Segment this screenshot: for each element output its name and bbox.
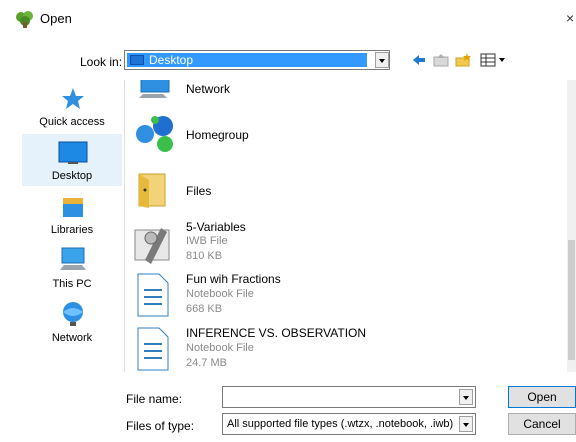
chevron-down-icon[interactable] [375, 52, 389, 68]
cancel-button[interactable]: Cancel [508, 413, 576, 435]
place-label: Network [51, 332, 93, 344]
place-libraries[interactable]: Libraries [22, 188, 122, 240]
place-desktop[interactable]: Desktop [22, 134, 122, 186]
list-item[interactable]: Fun wih Fractions Notebook File 668 KB [125, 270, 565, 322]
file-name: Network [186, 82, 231, 96]
filename-input[interactable] [222, 386, 476, 408]
back-arrow-icon[interactable] [410, 52, 428, 68]
list-item[interactable]: 5-Variables IWB File 810 KB [125, 216, 565, 268]
lookin-label: Look in: [80, 55, 123, 69]
scroll-thumb[interactable] [568, 240, 575, 360]
places-bar: Quick access Desktop Libraries This PC N… [22, 80, 122, 370]
place-this-pc[interactable]: This PC [22, 242, 122, 294]
place-label: Quick access [39, 116, 105, 128]
file-type: Notebook File [186, 288, 254, 300]
view-menu-icon[interactable] [480, 52, 508, 68]
document-icon [137, 327, 169, 371]
computer-icon [60, 247, 86, 270]
file-size: 810 KB [186, 250, 223, 262]
filetype-select[interactable]: All supported file types (.wtzx, .notebo… [222, 413, 476, 435]
lookin-dropdown[interactable]: Desktop [124, 50, 390, 70]
file-type: Notebook File [186, 342, 254, 354]
filetype-value: All supported file types (.wtzx, .notebo… [227, 418, 454, 430]
app-icon [16, 11, 33, 28]
desktop-icon [58, 141, 88, 164]
place-label: This PC [52, 278, 92, 290]
desktop-icon [130, 55, 144, 65]
folder-icon [138, 173, 166, 208]
chevron-down-icon[interactable] [459, 416, 473, 432]
new-folder-icon[interactable] [454, 52, 472, 68]
file-name: Files [186, 184, 212, 198]
place-label: Desktop [51, 170, 93, 182]
place-label: Libraries [50, 224, 94, 236]
list-item[interactable]: Homegroup [125, 108, 565, 160]
filetype-label: Files of type: [126, 419, 195, 433]
file-size: 668 KB [186, 303, 223, 315]
place-network[interactable]: Network [22, 296, 122, 348]
file-name: INFERENCE VS. OBSERVATION [186, 326, 367, 340]
window-title: Open [40, 11, 72, 26]
file-name: Fun wih Fractions [186, 272, 281, 286]
libraries-icon [63, 198, 83, 217]
chevron-down-icon[interactable] [459, 389, 473, 405]
vertical-scrollbar[interactable] [567, 80, 576, 372]
iwb-file-icon [134, 228, 170, 264]
place-quick-access[interactable]: Quick access [22, 80, 122, 132]
file-name: Homegroup [186, 128, 249, 142]
close-icon[interactable]: × [566, 10, 574, 26]
up-folder-icon[interactable] [432, 52, 450, 68]
file-type: IWB File [186, 235, 228, 247]
file-size: 24.7 MB [186, 357, 227, 369]
file-name: 5-Variables [186, 220, 246, 234]
filename-label: File name: [126, 392, 183, 406]
network-icon [139, 80, 170, 98]
document-icon [137, 273, 169, 317]
list-item[interactable]: Files [125, 162, 565, 214]
file-list[interactable]: Network Homegroup Files 5-Variables IWB … [124, 80, 576, 372]
homegroup-icon [136, 116, 173, 152]
lookin-selected: Desktop [127, 53, 367, 67]
title-bar: Open × [0, 0, 576, 36]
list-item[interactable]: INFERENCE VS. OBSERVATION Notebook File … [125, 324, 565, 372]
open-dialog: Open × Look in: Desktop Quick access Des… [0, 0, 576, 442]
lookin-value: Desktop [149, 53, 194, 67]
star-icon [62, 88, 84, 109]
open-button[interactable]: Open [508, 386, 576, 408]
network-icon [63, 302, 83, 326]
